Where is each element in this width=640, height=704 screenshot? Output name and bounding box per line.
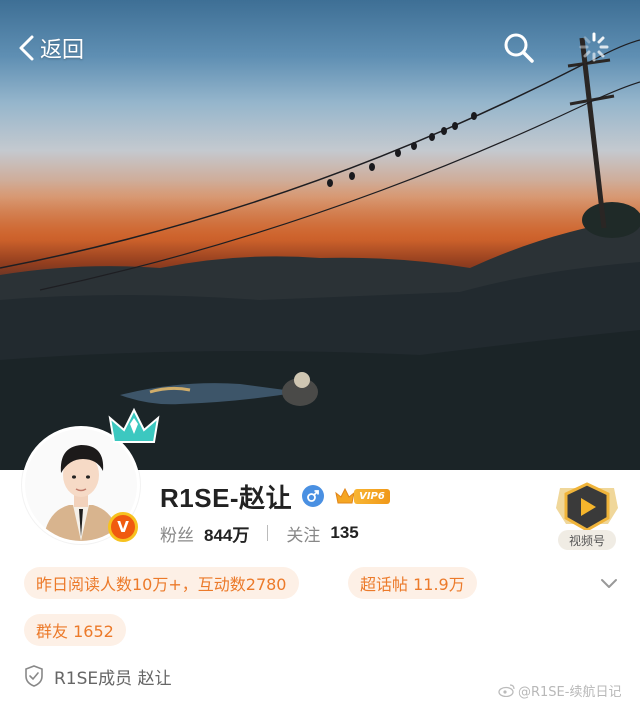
followers-count: 844万: [204, 525, 250, 545]
cover-photo: 返回: [0, 0, 640, 470]
verification-row: R1SE成员 赵让: [24, 662, 172, 690]
name-row: R1SE-赵让 VIP6: [160, 476, 390, 516]
weibo-logo-icon: [498, 684, 515, 697]
crown-frame-icon: [108, 407, 160, 443]
avatar-container[interactable]: V: [22, 407, 160, 544]
search-icon[interactable]: [502, 31, 536, 65]
play-icon: [556, 482, 618, 532]
following-stat[interactable]: 关注 135: [286, 521, 358, 546]
watermark: @R1SE-续航日记: [498, 680, 621, 700]
back-button[interactable]: 返回: [16, 32, 84, 64]
loading-spinner-icon: [579, 32, 609, 62]
shield-icon: [25, 665, 43, 687]
followers-label: 粉丝: [160, 525, 194, 546]
verification-text: R1SE成员 赵让: [54, 668, 172, 689]
male-icon: [302, 485, 325, 507]
stats-row: 粉丝 844万 关注 135: [160, 520, 359, 546]
video-channel-button[interactable]: 视频号: [552, 480, 622, 552]
back-label: 返回: [40, 38, 85, 63]
chevron-left-icon: [19, 35, 34, 61]
following-count: 135: [330, 523, 359, 542]
verified-v-badge: V: [108, 512, 138, 542]
top-bar: 返回: [0, 0, 640, 96]
vip-label: VIP6: [354, 488, 390, 504]
video-channel-label: 视频号: [558, 530, 616, 550]
watermark-text: @R1SE-续航日记: [518, 684, 622, 700]
profile-name: R1SE-赵让: [160, 482, 293, 513]
super-topic-pill[interactable]: 超话帖 11.9万: [348, 567, 477, 599]
vip-badge[interactable]: VIP6: [334, 485, 390, 507]
chevron-down-icon[interactable]: [598, 572, 620, 594]
stat-divider: [267, 525, 269, 541]
group-friends-pill[interactable]: 群友 1652: [24, 614, 126, 646]
following-label: 关注: [286, 525, 321, 546]
reads-interactions-pill[interactable]: 昨日阅读人数10万+，互动数2780: [24, 567, 299, 599]
vip-crown-icon: [335, 487, 355, 504]
followers-stat[interactable]: 粉丝 844万: [160, 521, 249, 546]
